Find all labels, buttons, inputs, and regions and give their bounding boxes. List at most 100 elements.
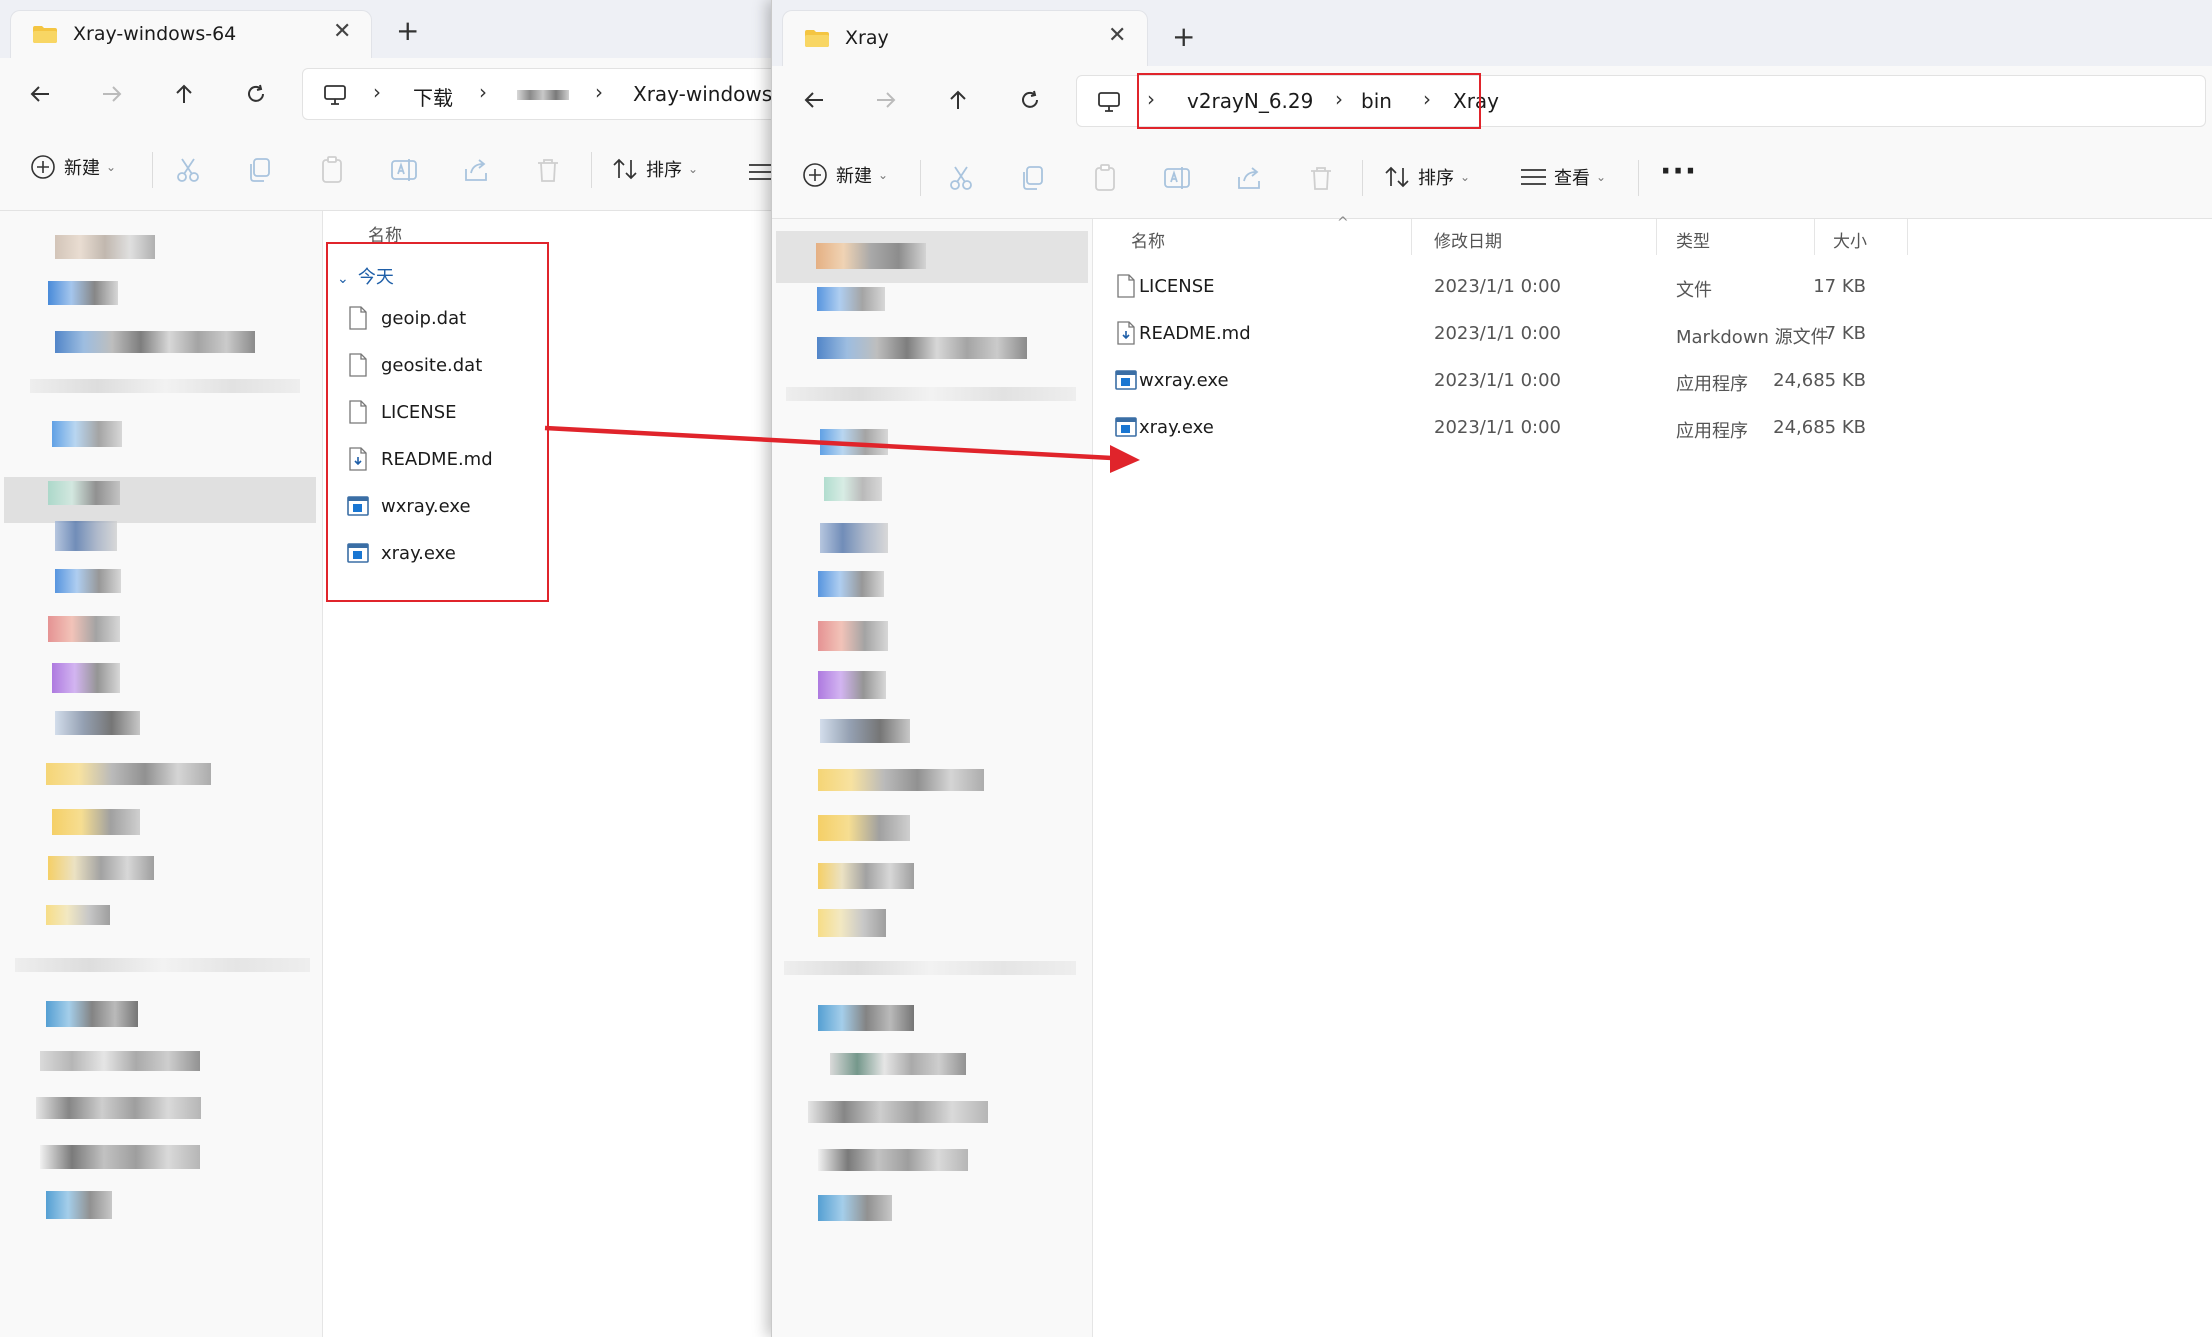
paste-icon[interactable] — [317, 155, 347, 185]
blurred-nav-item[interactable] — [48, 281, 118, 305]
cut-icon[interactable] — [173, 155, 203, 185]
new-tab-button[interactable]: + — [396, 14, 419, 47]
blurred-nav-item[interactable] — [820, 429, 888, 455]
sort-button[interactable]: 排序 ⌄ — [612, 156, 698, 182]
list-item[interactable]: wxray.exe — [323, 487, 775, 527]
up-button[interactable] — [938, 80, 978, 120]
blurred-nav-item[interactable] — [818, 571, 884, 597]
refresh-button[interactable] — [236, 74, 276, 114]
blurred-nav-item[interactable] — [46, 763, 211, 785]
tab-xray[interactable]: Xray ✕ — [782, 10, 1148, 66]
blurred-nav-item[interactable] — [40, 1051, 200, 1071]
delete-icon[interactable] — [1306, 163, 1336, 193]
blurred-nav-item[interactable] — [55, 711, 140, 735]
breadcrumb-v2rayn[interactable]: v2rayN_6.29 — [1187, 89, 1313, 113]
new-button[interactable]: 新建 ⌄ — [802, 162, 888, 188]
blurred-nav-item[interactable] — [46, 1191, 112, 1219]
breadcrumb-xray-windows[interactable]: Xray-windows- — [633, 82, 775, 106]
blurred-nav-item[interactable] — [48, 856, 154, 880]
blurred-nav-item[interactable] — [816, 243, 926, 269]
column-header-name[interactable]: 名称 — [1131, 227, 1165, 252]
blurred-nav-item[interactable] — [55, 235, 155, 259]
breadcrumb-xray[interactable]: Xray — [1453, 89, 1499, 113]
column-divider[interactable] — [1814, 219, 1815, 255]
blurred-nav-item[interactable] — [15, 958, 310, 972]
cut-icon[interactable] — [946, 163, 976, 193]
blurred-nav-item[interactable] — [55, 569, 121, 593]
breadcrumb-downloads[interactable]: 下载 — [413, 82, 453, 111]
blurred-nav-item[interactable] — [820, 719, 910, 743]
group-header-today[interactable]: ⌄ 今天 — [337, 263, 394, 289]
close-tab-icon[interactable]: ✕ — [333, 19, 351, 44]
blurred-nav-item[interactable] — [786, 387, 1076, 401]
share-icon[interactable] — [1234, 163, 1264, 193]
blurred-nav-item[interactable] — [40, 1145, 200, 1169]
list-item[interactable]: geoip.dat — [323, 299, 775, 339]
refresh-button[interactable] — [1010, 80, 1050, 120]
column-divider[interactable] — [1907, 219, 1908, 255]
table-row[interactable]: README.md 2023/1/1 0:00 Markdown 源文件 7 KB — [1093, 314, 2212, 354]
blurred-nav-item[interactable] — [818, 671, 886, 699]
blurred-nav-item[interactable] — [48, 481, 120, 505]
blurred-nav-item[interactable] — [818, 769, 984, 791]
up-button[interactable] — [164, 74, 204, 114]
file-list[interactable]: ^ 名称 修改日期 类型 大小 LICENSE 2023/1/1 0:00 文件 17… — [1093, 215, 2212, 1337]
blurred-nav-item[interactable] — [52, 421, 122, 447]
blurred-nav-item[interactable] — [55, 331, 255, 353]
back-button[interactable] — [20, 74, 60, 114]
delete-icon[interactable] — [533, 155, 563, 185]
blurred-nav-item[interactable] — [817, 337, 1027, 359]
address-bar[interactable]: › 下载 › › Xray-windows- — [302, 68, 775, 120]
blurred-nav-item[interactable] — [818, 1195, 892, 1221]
rename-icon[interactable] — [389, 155, 419, 185]
column-header-name[interactable]: 名称 — [368, 221, 402, 246]
rename-icon[interactable] — [1162, 163, 1192, 193]
new-tab-button[interactable]: + — [1172, 20, 1195, 53]
blurred-nav-item[interactable] — [46, 905, 110, 925]
tab-xray-windows-64[interactable]: Xray-windows-64 ✕ — [10, 10, 372, 58]
column-divider[interactable] — [1656, 219, 1657, 255]
copy-icon[interactable] — [1018, 163, 1048, 193]
blurred-nav-item[interactable] — [46, 1001, 138, 1027]
close-tab-icon[interactable]: ✕ — [1108, 23, 1126, 48]
navigation-pane[interactable] — [0, 211, 322, 1337]
address-bar[interactable]: › v2rayN_6.29 › bin › Xray — [1076, 73, 2206, 129]
blurred-nav-item[interactable] — [818, 909, 886, 937]
blurred-nav-item[interactable] — [818, 621, 888, 651]
blurred-nav-item[interactable] — [817, 287, 885, 311]
blurred-nav-item[interactable] — [818, 1149, 968, 1171]
table-row[interactable]: LICENSE 2023/1/1 0:00 文件 17 KB — [1093, 267, 2212, 307]
list-item[interactable]: LICENSE — [323, 393, 775, 433]
breadcrumb-bin[interactable]: bin — [1361, 89, 1392, 113]
list-item[interactable]: geosite.dat — [323, 346, 775, 386]
share-icon[interactable] — [461, 155, 491, 185]
column-divider[interactable] — [1411, 219, 1412, 255]
blurred-nav-item[interactable] — [818, 863, 914, 889]
blurred-nav-item[interactable] — [818, 1005, 914, 1031]
forward-button[interactable] — [92, 74, 132, 114]
view-button[interactable]: 查看 ⌄ — [1520, 164, 1606, 190]
blurred-nav-item[interactable] — [48, 616, 120, 642]
blurred-nav-item[interactable] — [52, 809, 140, 835]
blurred-nav-item[interactable] — [820, 523, 888, 553]
paste-icon[interactable] — [1090, 163, 1120, 193]
blurred-nav-item[interactable] — [808, 1101, 988, 1123]
copy-icon[interactable] — [245, 155, 275, 185]
blurred-nav-item[interactable] — [52, 663, 120, 693]
forward-button[interactable] — [866, 80, 906, 120]
blurred-nav-item[interactable] — [36, 1097, 201, 1119]
blurred-nav-item[interactable] — [784, 961, 1076, 975]
more-options-button[interactable]: ··· — [1660, 154, 1697, 189]
new-button[interactable]: 新建 ⌄ — [30, 154, 116, 180]
back-button[interactable] — [794, 80, 834, 120]
column-header-size[interactable]: 大小 — [1833, 227, 1867, 252]
file-list[interactable]: 名称 ⌄ 今天 geoip.dat geosite.dat LICENSE READM… — [323, 211, 775, 1337]
blurred-nav-item[interactable] — [830, 1053, 966, 1075]
blurred-nav-item[interactable] — [55, 521, 117, 551]
list-item[interactable]: README.md — [323, 440, 775, 480]
sort-button[interactable]: 排序 ⌄ — [1384, 164, 1470, 190]
column-header-type[interactable]: 类型 — [1676, 227, 1710, 252]
blurred-nav-item[interactable] — [824, 477, 882, 501]
table-row[interactable]: wxray.exe 2023/1/1 0:00 应用程序 24,685 KB — [1093, 361, 2212, 401]
blurred-nav-item[interactable] — [30, 379, 300, 393]
